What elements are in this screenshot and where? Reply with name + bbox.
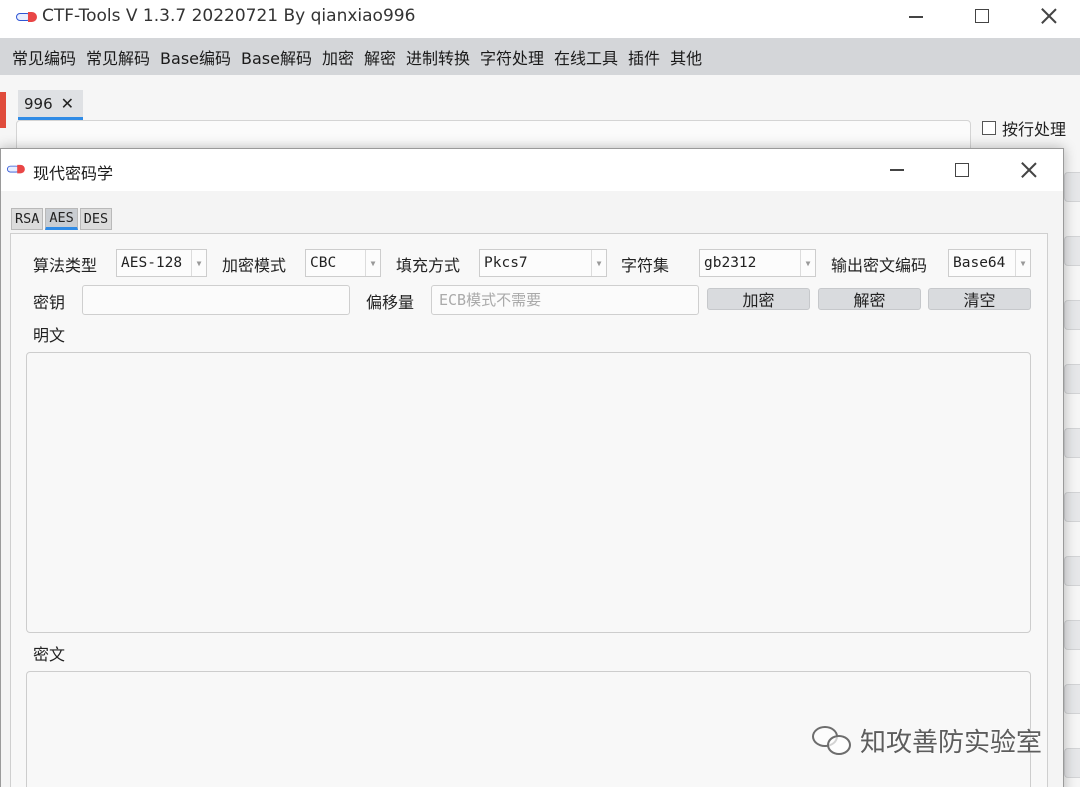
- checkbox-icon[interactable]: [982, 121, 996, 135]
- clear-button[interactable]: 清空: [928, 288, 1031, 310]
- app-icon: [16, 11, 38, 23]
- hidden-side-button[interactable]: [1064, 684, 1080, 714]
- chevron-down-icon[interactable]: ▼: [365, 250, 380, 276]
- chevron-down-icon[interactable]: ▼: [800, 250, 815, 276]
- key-input[interactable]: [82, 285, 350, 315]
- tab-aes[interactable]: AES: [45, 208, 78, 230]
- hidden-side-button[interactable]: [1064, 172, 1080, 202]
- output-encoding-label: 输出密文编码: [831, 256, 928, 275]
- ciphertext-label: 密文: [33, 645, 66, 664]
- algorithm-label: 算法类型: [33, 256, 98, 275]
- padding-label: 填充方式: [396, 256, 461, 275]
- close-icon: [1041, 8, 1057, 24]
- open-tab-label: 996: [24, 94, 53, 113]
- maximize-icon: [975, 9, 989, 23]
- wechat-icon: [812, 724, 854, 758]
- iv-input[interactable]: [431, 285, 699, 315]
- dialog-titlebar: 现代密码学: [1, 149, 1063, 191]
- minimize-icon: [909, 16, 923, 18]
- charset-value: gb2312: [704, 255, 757, 271]
- hidden-side-button[interactable]: [1064, 556, 1080, 586]
- menu-base-encode[interactable]: Base编码: [160, 45, 231, 69]
- menu-other[interactable]: 其他: [670, 45, 702, 69]
- mode-select[interactable]: CBC ▼: [305, 249, 381, 277]
- menu-string-process[interactable]: 字符处理: [480, 45, 544, 69]
- output-encoding-select[interactable]: Base64 ▼: [948, 249, 1031, 277]
- minimize-icon: [890, 169, 904, 171]
- tab-des[interactable]: DES: [79, 208, 113, 230]
- line-by-line-label: 按行处理: [1002, 120, 1067, 139]
- hidden-side-button[interactable]: [1064, 492, 1080, 522]
- chevron-down-icon[interactable]: ▼: [1015, 250, 1030, 276]
- padding-select[interactable]: Pkcs7 ▼: [479, 249, 607, 277]
- decrypt-button[interactable]: 解密: [818, 288, 921, 310]
- iv-label: 偏移量: [366, 293, 415, 312]
- dialog-close-button[interactable]: [1018, 160, 1040, 180]
- hidden-side-button[interactable]: [1064, 748, 1080, 778]
- hidden-side-button[interactable]: [1064, 236, 1080, 266]
- hidden-side-button[interactable]: [1064, 620, 1080, 650]
- main-window-title: CTF-Tools V 1.3.7 20220721 By qianxiao99…: [42, 6, 416, 26]
- hidden-side-button[interactable]: [1064, 300, 1080, 330]
- plaintext-label: 明文: [33, 326, 66, 345]
- watermark-text: 知攻善防实验室: [860, 728, 1043, 758]
- key-label: 密钥: [33, 293, 66, 312]
- encrypt-button[interactable]: 加密: [707, 288, 810, 310]
- mode-label: 加密模式: [222, 256, 287, 275]
- menu-common-decode[interactable]: 常见解码: [86, 45, 150, 69]
- tab-close-icon[interactable]: ✕: [61, 95, 74, 112]
- maximize-icon: [955, 163, 969, 177]
- left-edge-strip: [0, 92, 6, 128]
- algorithm-select[interactable]: AES-128 ▼: [116, 249, 207, 277]
- output-encoding-value: Base64: [953, 255, 1006, 271]
- chevron-down-icon[interactable]: ▼: [591, 250, 606, 276]
- main-maximize-button[interactable]: [972, 6, 992, 26]
- menu-base-decode[interactable]: Base解码: [241, 45, 312, 69]
- watermark: 知攻善防实验室: [812, 722, 1042, 759]
- menu-radix-convert[interactable]: 进制转换: [406, 45, 470, 69]
- chevron-down-icon[interactable]: ▼: [191, 250, 206, 276]
- hidden-side-button[interactable]: [1064, 428, 1080, 458]
- algorithm-tabs: RSA AES DES: [11, 208, 114, 230]
- dialog-title: 现代密码学: [33, 164, 114, 183]
- charset-select[interactable]: gb2312 ▼: [699, 249, 816, 277]
- main-minimize-button[interactable]: [905, 8, 927, 26]
- app-icon: [7, 164, 26, 174]
- line-by-line-checkbox[interactable]: 按行处理: [982, 116, 1066, 140]
- dialog-minimize-button[interactable]: [886, 161, 908, 179]
- dialog-maximize-button[interactable]: [952, 160, 972, 180]
- algorithm-value: AES-128: [121, 255, 183, 271]
- padding-value: Pkcs7: [484, 255, 528, 271]
- menu-online-tools[interactable]: 在线工具: [554, 45, 618, 69]
- menu-decrypt[interactable]: 解密: [364, 45, 396, 69]
- open-tab-996[interactable]: 996 ✕: [18, 90, 83, 120]
- close-icon: [1021, 162, 1037, 178]
- mode-value: CBC: [310, 255, 337, 271]
- main-titlebar: CTF-Tools V 1.3.7 20220721 By qianxiao99…: [0, 0, 1080, 34]
- plaintext-textarea[interactable]: [26, 352, 1031, 633]
- menu-common-encode[interactable]: 常见编码: [12, 45, 76, 69]
- main-menubar: 常见编码 常见解码 Base编码 Base解码 加密 解密 进制转换 字符处理 …: [0, 38, 1080, 75]
- menu-plugins[interactable]: 插件: [628, 45, 660, 69]
- menu-encrypt[interactable]: 加密: [322, 45, 354, 69]
- tab-rsa[interactable]: RSA: [11, 208, 44, 230]
- main-close-button[interactable]: [1038, 6, 1060, 26]
- hidden-side-button[interactable]: [1064, 364, 1080, 394]
- charset-label: 字符集: [621, 256, 670, 275]
